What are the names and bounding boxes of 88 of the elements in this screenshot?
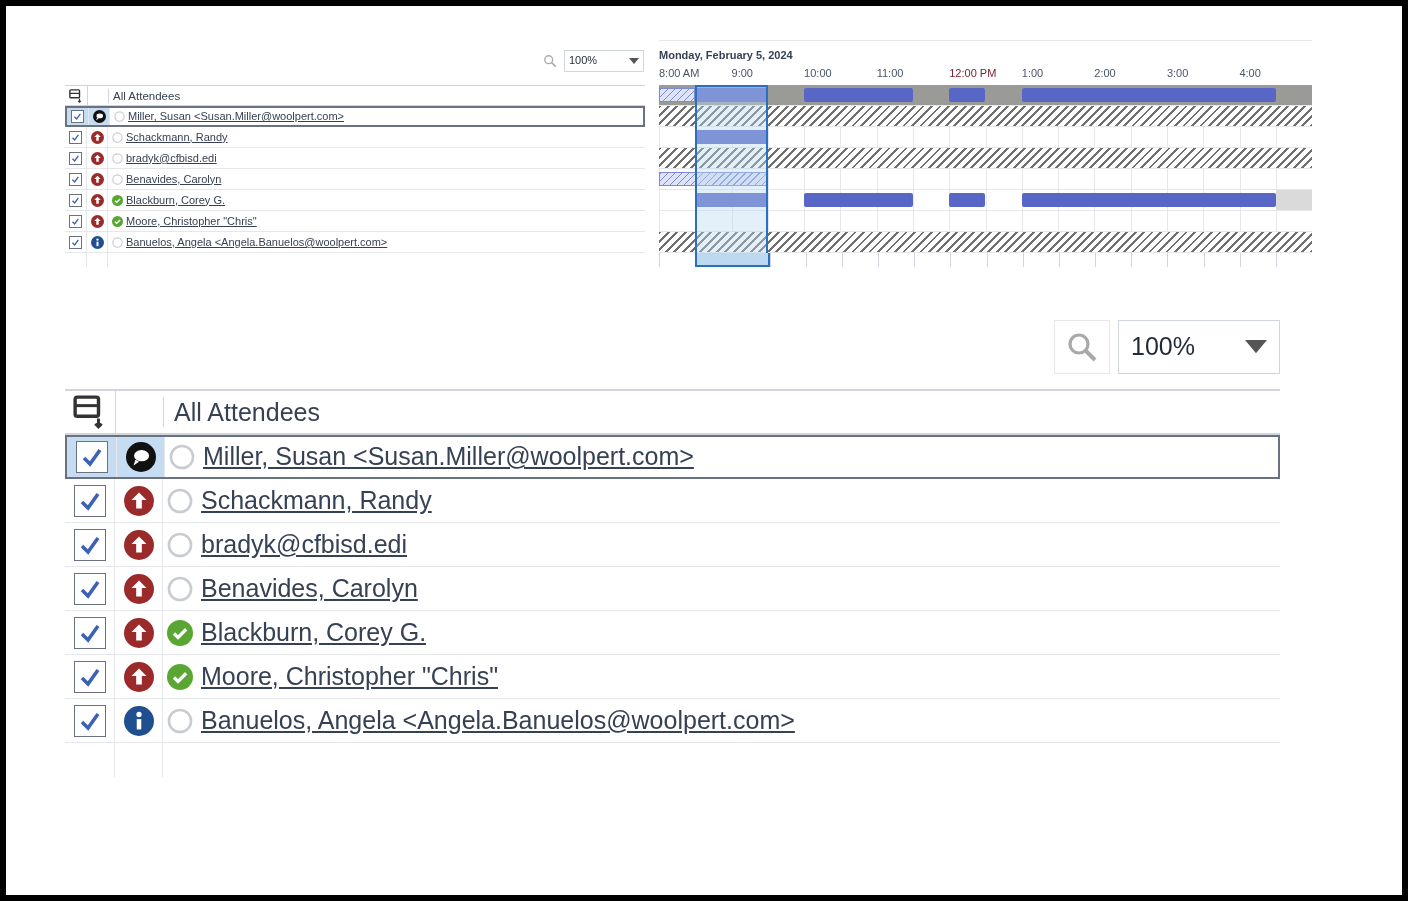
required-attendee-icon (123, 529, 154, 560)
attendee-link[interactable]: Benavides, Carolyn (201, 569, 418, 608)
required-attendee-icon (90, 172, 104, 186)
time-label: 10:00 (804, 66, 832, 81)
time-label: 9:00 (731, 66, 753, 81)
organizer-icon (125, 442, 156, 472)
time-label: 4:00 (1239, 66, 1261, 81)
checkmark-icon (71, 216, 80, 226)
organizer-icon (92, 110, 106, 123)
attendee-row[interactable]: Schackmann, Randy (65, 127, 645, 148)
time-label: 8:00 AM (659, 66, 700, 81)
checkbox[interactable] (73, 660, 106, 693)
tentative-block (659, 88, 696, 102)
schedule-date: Monday, February 5, 2024 (659, 48, 793, 63)
checkbox[interactable] (69, 193, 82, 207)
zoom-dropdown[interactable]: 100% (564, 49, 644, 72)
search-icon (543, 53, 557, 68)
checkmark-icon (71, 195, 80, 205)
time-label: 2:00 (1094, 66, 1116, 81)
time-label: 12:00 PM (949, 66, 997, 81)
attendee-link[interactable]: Blackburn, Corey G. (126, 191, 226, 209)
checkbox[interactable] (73, 616, 106, 649)
attendee-link[interactable]: Miller, Susan <Susan.Miller@woolpert.com> (128, 108, 344, 125)
checkbox[interactable] (73, 528, 106, 561)
checkbox[interactable] (69, 235, 82, 249)
attendee-link[interactable]: Benavides, Carolyn (126, 170, 222, 188)
attendee-link[interactable]: Schackmann, Randy (201, 481, 432, 520)
checkbox[interactable] (71, 110, 84, 123)
attendee-link[interactable]: Banuelos, Angela <Angela.Banuelos@woolpert.com> (201, 701, 795, 740)
required-attendee-icon (123, 661, 154, 692)
info-icon (123, 705, 154, 736)
required-attendee-icon (90, 193, 104, 207)
checkbox[interactable] (73, 704, 106, 737)
attendee-row[interactable]: Schackmann, Randy (65, 479, 1280, 523)
time-label: 1:00 (1021, 66, 1044, 81)
attendee-link[interactable]: Schackmann, Randy (126, 128, 228, 146)
attendee-row[interactable]: bradyk@cfbisd.edi (65, 148, 645, 169)
attendee-link[interactable]: Banuelos, Angela <Angela.Banuelos@woolpert.com> (126, 233, 388, 251)
checkbox[interactable] (73, 484, 106, 517)
required-attendee-icon (123, 617, 154, 648)
required-attendee-icon (90, 130, 104, 144)
column-header[interactable]: All Attendees (108, 88, 181, 103)
checkmark-icon (71, 174, 80, 184)
required-attendee-icon (90, 214, 104, 228)
search-icon (1066, 330, 1098, 363)
attendee-link[interactable]: bradyk@cfbisd.edi (126, 149, 217, 167)
time-slot[interactable] (695, 253, 733, 267)
attendee-row[interactable]: Miller, Susan <Susan.Miller@woolpert.com> (65, 106, 645, 127)
attendee-row[interactable]: Moore, Christopher "Chris" (65, 655, 1280, 699)
checkmark-icon (71, 237, 80, 247)
checkbox[interactable] (69, 151, 82, 165)
column-header[interactable]: All Attendees (163, 397, 320, 427)
zoom-dropdown[interactable]: 100% (1118, 319, 1280, 374)
checkbox[interactable] (69, 214, 82, 228)
attendee-row[interactable]: Moore, Christopher "Chris" (65, 211, 645, 232)
checkmark-icon (73, 112, 82, 121)
checkbox[interactable] (69, 130, 82, 144)
attendee-row[interactable]: bradyk@cfbisd.edi (65, 523, 1280, 567)
attendee-row[interactable]: Blackburn, Corey G. (65, 190, 645, 211)
time-label: 11:00 (876, 66, 904, 81)
attendee-row[interactable]: Miller, Susan <Susan.Miller@woolpert.com> (65, 435, 1280, 479)
attendee-row[interactable]: Benavides, Carolyn (65, 567, 1280, 611)
checkmark-icon (71, 153, 80, 163)
attendee-link[interactable]: Blackburn, Corey G. (201, 613, 427, 652)
checkbox[interactable] (73, 572, 106, 605)
checkbox[interactable] (69, 172, 82, 186)
attendee-link[interactable]: Moore, Christopher "Chris" (201, 657, 498, 696)
checkbox[interactable] (75, 441, 108, 473)
info-icon (90, 235, 104, 249)
attendee-link[interactable]: Miller, Susan <Susan.Miller@woolpert.com> (203, 438, 694, 476)
attendee-row[interactable]: Banuelos, Angela <Angela.Banuelos@woolpert.com> (65, 699, 1280, 743)
attendee-row[interactable]: Benavides, Carolyn (65, 169, 645, 190)
attendee-row[interactable]: Banuelos, Angela <Angela.Banuelos@woolpert.com> (65, 232, 645, 253)
time-slot[interactable] (732, 253, 770, 267)
required-attendee-icon (90, 151, 104, 165)
busy-block (949, 88, 986, 102)
attendee-link[interactable]: bradyk@cfbisd.edi (201, 525, 408, 564)
busy-block (949, 193, 986, 207)
time-label: 3:00 (1166, 66, 1189, 81)
required-attendee-icon (123, 573, 154, 604)
caret-icon (1245, 339, 1267, 354)
caret-icon (629, 57, 639, 64)
required-attendee-icon (123, 485, 154, 516)
out-of-office-block (1275, 190, 1312, 210)
attendee-row[interactable]: Blackburn, Corey G. (65, 611, 1280, 655)
response-column-icon[interactable] (69, 88, 83, 103)
attendee-link[interactable]: Moore, Christopher "Chris" (126, 212, 257, 230)
checkmark-icon (71, 132, 80, 142)
